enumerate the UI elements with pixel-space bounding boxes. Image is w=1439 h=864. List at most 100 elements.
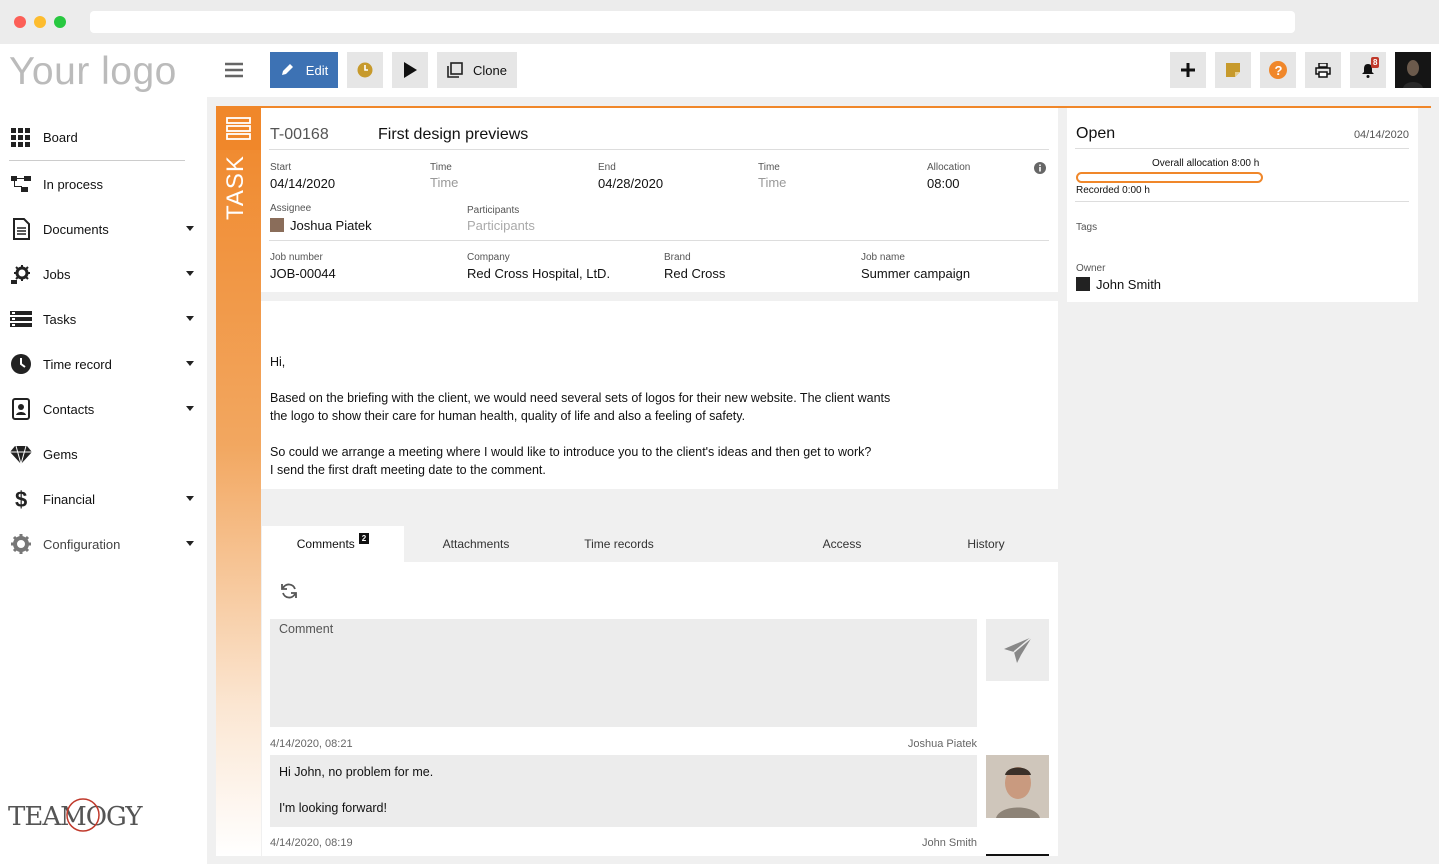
sidebar-item-label: Financial: [43, 491, 96, 507]
sidebar-item-contacts[interactable]: Contacts: [10, 394, 200, 424]
time-button[interactable]: [347, 52, 383, 88]
end-date-field[interactable]: 04/28/2020: [598, 176, 663, 191]
sidebar-item-financial[interactable]: $ Financial: [10, 484, 200, 514]
address-bar[interactable]: [90, 11, 1295, 33]
divider: [269, 149, 1049, 150]
tasks-icon: [226, 117, 251, 140]
send-comment-button[interactable]: [986, 619, 1049, 681]
chevron-down-icon[interactable]: [186, 226, 194, 231]
start-time-field[interactable]: Time: [430, 175, 458, 190]
sidebar-item-tasks[interactable]: Tasks: [10, 304, 200, 334]
task-details-card: T-00168 First design previews Start 04/1…: [261, 108, 1058, 292]
clock-icon: [357, 62, 373, 78]
job-number-value[interactable]: JOB-00044: [270, 266, 336, 281]
comment-text: I'm looking forward!: [279, 801, 387, 815]
sidebar-item-documents[interactable]: Documents: [10, 214, 200, 244]
description-line: Hi,: [270, 355, 286, 369]
start-time-label: Time: [430, 162, 452, 173]
sidebar-item-board[interactable]: Board: [10, 122, 200, 152]
notifications-button[interactable]: 8: [1350, 52, 1386, 88]
tab-time-records[interactable]: Time records: [548, 526, 690, 562]
status-label: Open: [1076, 125, 1116, 142]
notes-button[interactable]: [1215, 52, 1251, 88]
owner-value[interactable]: John Smith: [1096, 277, 1161, 292]
dollar-icon: $: [15, 488, 27, 510]
comment-author: John Smith: [921, 837, 977, 849]
chevron-down-icon[interactable]: [186, 316, 194, 321]
refresh-icon[interactable]: [280, 582, 298, 600]
avatar: [1076, 277, 1090, 291]
brand-value[interactable]: Red Cross: [664, 266, 725, 281]
tasks-icon: [10, 311, 32, 327]
tab-label: Time records: [584, 537, 654, 551]
description-line: the logo to show their care for human he…: [270, 409, 746, 423]
chevron-down-icon[interactable]: [186, 271, 194, 276]
assignee-field[interactable]: Joshua Piatek: [290, 218, 372, 233]
job-name-value[interactable]: Summer campaign: [861, 266, 970, 281]
print-button[interactable]: [1305, 52, 1341, 88]
chevron-down-icon[interactable]: [186, 406, 194, 411]
tab-comments[interactable]: Comments 2: [262, 526, 404, 562]
comments-panel: Comment 4/14/2020, 08:21 Joshua Piatek H…: [262, 562, 1058, 856]
end-time-field[interactable]: Time: [758, 175, 786, 190]
brand-label: Brand: [664, 252, 691, 263]
add-button[interactable]: [1170, 52, 1206, 88]
description-line: So could we arrange a meeting where I wo…: [270, 445, 872, 459]
chevron-down-icon[interactable]: [186, 361, 194, 366]
description-line: Based on the briefing with the client, w…: [270, 391, 891, 405]
sidebar-item-label: Tasks: [43, 311, 77, 327]
participants-field[interactable]: Participants: [467, 218, 535, 233]
end-time-label: Time: [758, 162, 780, 173]
task-id: T-00168: [270, 126, 329, 143]
sidebar-item-time-record[interactable]: Time record: [10, 349, 200, 379]
minimize-window-icon[interactable]: [34, 16, 46, 28]
sidebar-item-in-process[interactable]: In process: [10, 169, 200, 199]
tab-history[interactable]: History: [915, 526, 1057, 562]
close-window-icon[interactable]: [14, 16, 26, 28]
app-logo[interactable]: Your logo: [9, 50, 177, 94]
info-icon[interactable]: [1034, 162, 1046, 174]
maximize-window-icon[interactable]: [54, 16, 66, 28]
edit-button[interactable]: Edit: [270, 52, 338, 88]
start-date-field[interactable]: 04/14/2020: [270, 176, 335, 191]
brand-name: TEAMOGY: [8, 802, 143, 832]
clone-button[interactable]: Clone: [437, 52, 517, 88]
gear-icon: [11, 534, 31, 554]
chevron-down-icon[interactable]: [186, 496, 194, 501]
sidebar-item-jobs[interactable]: Jobs: [10, 259, 200, 289]
help-button[interactable]: ?: [1260, 52, 1296, 88]
contacts-icon: [12, 398, 30, 420]
tags-label: Tags: [1076, 222, 1098, 233]
menu-toggle-button[interactable]: [220, 52, 248, 88]
end-label: End: [598, 162, 616, 173]
tab-attachments[interactable]: Attachments: [405, 526, 547, 562]
send-icon: [1003, 636, 1032, 663]
divider: [1075, 148, 1409, 149]
owner-label: Owner: [1076, 263, 1106, 274]
company-value[interactable]: Red Cross Hospital, LtD.: [467, 266, 610, 281]
avatar: [986, 854, 1049, 856]
comments-count-badge: 2: [358, 532, 370, 544]
page-title: First design previews: [378, 126, 529, 143]
play-button[interactable]: [392, 52, 428, 88]
sidebar-item-label: Gems: [43, 446, 78, 462]
play-icon: [404, 62, 417, 78]
teamogy-logo: TEAMOGY: [8, 798, 144, 832]
tab-access[interactable]: Access: [771, 526, 913, 562]
comment-bubble: Hi John, no problem for me. I'm looking …: [270, 755, 977, 827]
allocation-progress-bar: [1076, 172, 1263, 183]
clock-icon: [11, 354, 31, 374]
allocation-field[interactable]: 08:00: [927, 176, 960, 191]
sidebar-item-configuration[interactable]: Configuration: [10, 529, 200, 559]
comment-input[interactable]: Comment: [270, 619, 977, 727]
task-strip-header: [216, 108, 261, 150]
sidebar-item-label: Configuration: [43, 536, 121, 552]
tab-label: Comments: [296, 537, 355, 551]
tab-label: Access: [822, 537, 862, 551]
comment-timestamp: 4/14/2020, 08:19: [270, 837, 353, 849]
sidebar-item-gems[interactable]: Gems: [10, 439, 200, 469]
user-avatar[interactable]: [1395, 52, 1431, 88]
chevron-down-icon[interactable]: [186, 541, 194, 546]
description-line: I send the first draft meeting date to t…: [270, 463, 546, 477]
tab-label: Attachments: [442, 537, 510, 551]
